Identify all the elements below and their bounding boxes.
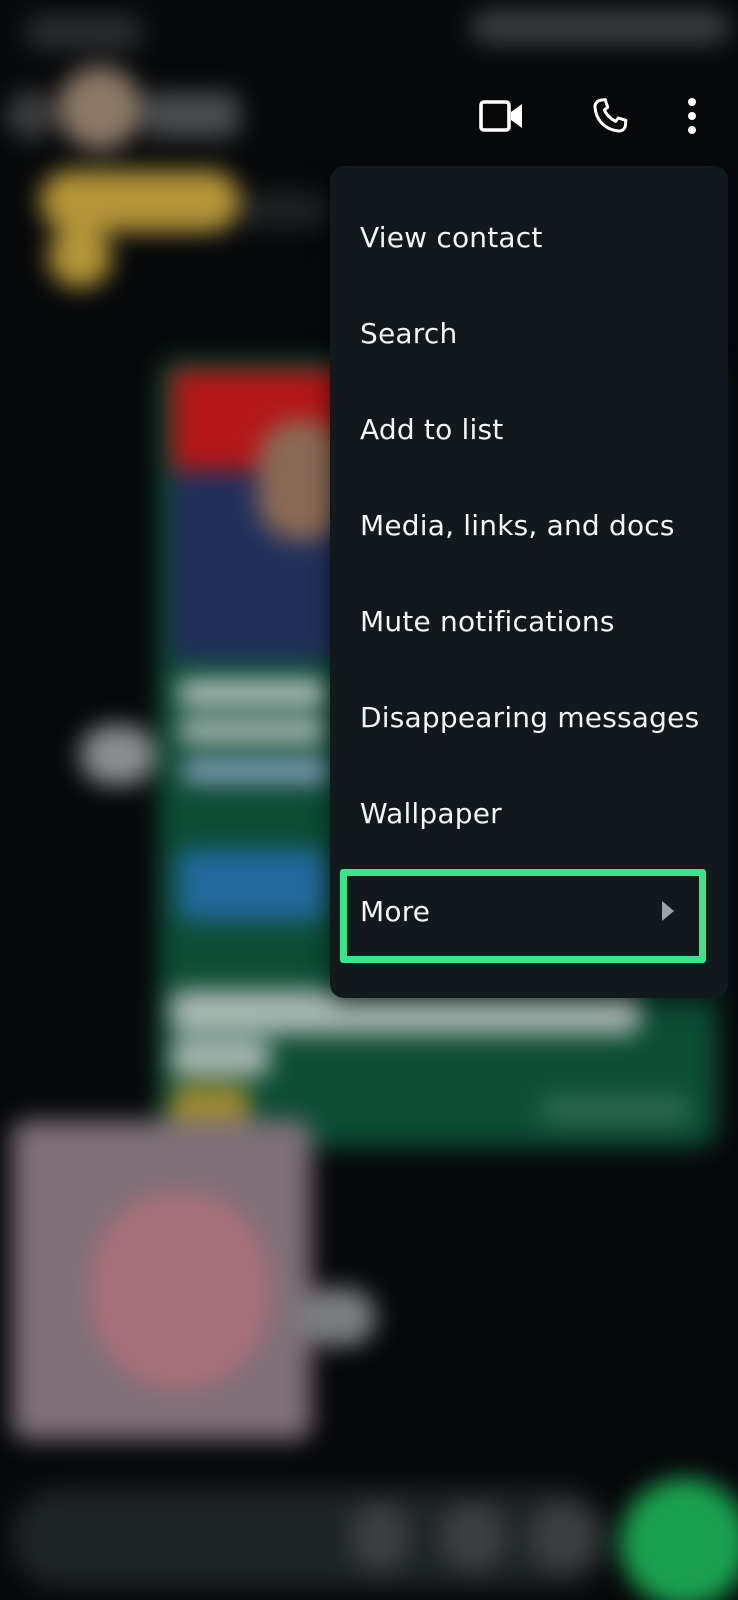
forward-button[interactable] <box>80 725 156 785</box>
menu-item-wallpaper[interactable]: Wallpaper <box>330 764 728 862</box>
more-options-icon[interactable] <box>672 86 712 146</box>
message-input-bar[interactable] <box>10 1488 610 1588</box>
incoming-photo-subject <box>90 1190 270 1390</box>
menu-item-label: Media, links, and docs <box>360 508 675 542</box>
menu-item-label: Add to list <box>360 412 504 446</box>
payment-icon[interactable] <box>438 1502 508 1572</box>
voice-call-icon[interactable] <box>580 86 640 146</box>
message-time-and-ticks <box>540 1095 690 1123</box>
link-preview-title <box>178 680 328 706</box>
link-preview-domain <box>182 760 332 782</box>
chat-screen: View contact Search Add to list Media, l… <box>0 0 738 1600</box>
contact-avatar[interactable] <box>58 66 142 150</box>
menu-item-add-to-list[interactable]: Add to list <box>330 380 728 478</box>
status-bar-indicators <box>470 10 730 44</box>
back-arrow-icon[interactable] <box>6 90 56 140</box>
message-link[interactable] <box>178 850 328 920</box>
menu-item-search[interactable]: Search <box>330 284 728 382</box>
camera-icon[interactable] <box>528 1502 598 1572</box>
menu-item-label: Disappearing messages <box>360 700 700 734</box>
message-text-second-line <box>170 1040 270 1076</box>
menu-item-label: Mute notifications <box>360 604 615 638</box>
menu-item-label: View contact <box>360 220 543 254</box>
menu-item-label: Search <box>360 316 458 350</box>
overflow-menu: View contact Search Add to list Media, l… <box>330 166 728 998</box>
attachment-icon[interactable] <box>350 1502 410 1572</box>
video-call-icon[interactable] <box>472 86 532 146</box>
emoji-message-second-line <box>48 226 112 288</box>
menu-item-label: Wallpaper <box>360 796 502 830</box>
status-bar-time <box>24 14 144 50</box>
contact-name[interactable] <box>144 92 240 138</box>
voice-message-button[interactable] <box>620 1478 738 1600</box>
highlight-box <box>340 869 706 963</box>
message-timestamp <box>240 192 330 228</box>
menu-item-mute-notifications[interactable]: Mute notifications <box>330 572 728 670</box>
menu-item-disappearing-messages[interactable]: Disappearing messages <box>330 668 728 766</box>
emoji-message <box>40 170 240 232</box>
menu-item-media-links-docs[interactable]: Media, links, and docs <box>330 476 728 574</box>
link-preview-subtitle <box>178 720 328 742</box>
forward-button-photo[interactable] <box>300 1288 376 1346</box>
menu-item-view-contact[interactable]: View contact <box>330 188 728 286</box>
